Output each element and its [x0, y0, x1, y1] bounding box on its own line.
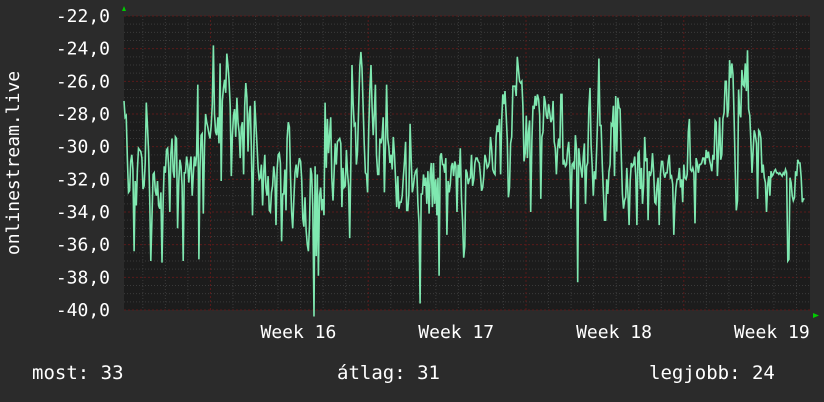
- y-axis-arrow-icon: [122, 6, 126, 11]
- y-axis-label: onlinestream.live: [3, 71, 24, 255]
- y-tick-label: -24,0: [56, 39, 110, 60]
- x-axis-arrow-icon: [813, 313, 819, 318]
- x-axis-ticks: Week 16 Week 17 Week 18 Week 19: [261, 322, 810, 343]
- y-tick-label: -28,0: [56, 104, 110, 125]
- x-tick-label: Week 19: [734, 322, 810, 343]
- x-tick-label: Week 16: [261, 322, 337, 343]
- y-axis-ticks: -22,0 -24,0 -26,0 -28,0 -30,0 -32,0 -34,0 -36,0…: [56, 6, 110, 321]
- y-tick-label: -32,0: [56, 169, 110, 190]
- current-value: most: 33: [32, 362, 124, 384]
- y-tick-label: -40,0: [56, 300, 110, 321]
- y-tick-label: -22,0: [56, 6, 110, 27]
- best-value: legjobb: 24: [649, 362, 775, 384]
- y-tick-label: -34,0: [56, 202, 110, 223]
- y-tick-label: -26,0: [56, 71, 110, 92]
- y-tick-label: -36,0: [56, 235, 110, 256]
- x-tick-label: Week 18: [576, 322, 652, 343]
- x-tick-label: Week 17: [418, 322, 494, 343]
- chart: -22,0 -24,0 -26,0 -28,0 -30,0 -32,0 -34,0 -36,0…: [3, 6, 819, 343]
- y-tick-label: -30,0: [56, 137, 110, 158]
- average-value: átlag: 31: [337, 362, 440, 384]
- y-tick-label: -38,0: [56, 267, 110, 288]
